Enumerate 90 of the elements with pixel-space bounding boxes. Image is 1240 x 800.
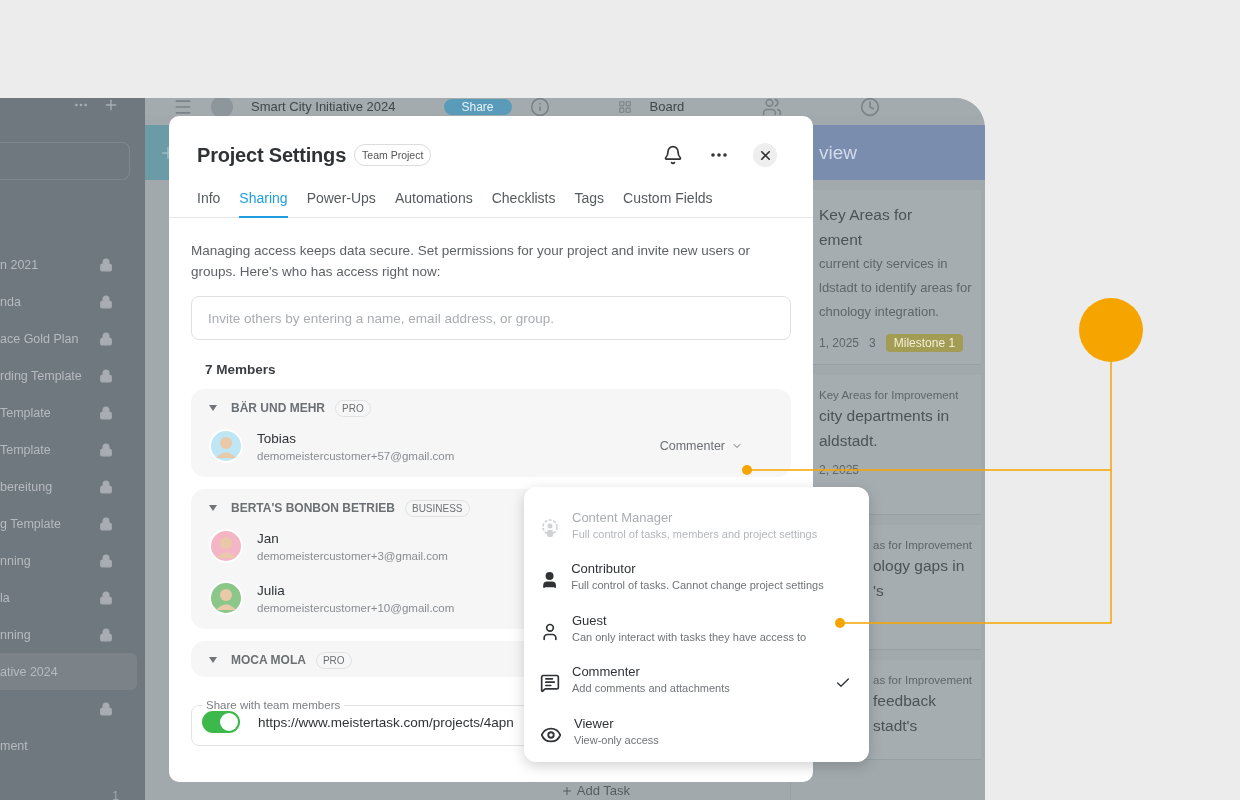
collapse-triangle-icon[interactable] [209,405,217,411]
card-title: aldstadt. [819,431,879,451]
card-title: Key Areas for [819,205,914,225]
tab[interactable]: Info [197,190,221,218]
card-category: Key Areas for Improvement [819,389,960,401]
add-icon [560,784,573,797]
intro-text: Managing access keeps data secure. Set permissions for your project and invite new users or groups. Here's who has access right now: [191,242,752,281]
project-name: ative 2024 [0,664,58,679]
card-title: feedback [873,691,937,711]
sidebar-item[interactable]: n 2021 [0,246,137,283]
project-name: ment [0,738,28,753]
member-name: Tobias [257,430,298,446]
tab[interactable]: Sharing [239,190,288,218]
project-name: nning [0,553,31,568]
card-title: ement [819,230,864,250]
share-button[interactable]: Share [443,98,512,115]
sidebar-item[interactable]: Template [0,431,137,468]
group-name: BERTA'S BONBON BETRIEB [231,501,395,515]
subtask-count: 3 [869,336,876,350]
project-name: la [0,590,10,605]
sidebar-item[interactable]: la [0,579,137,616]
project-name: nda [0,294,21,309]
sidebar-item[interactable]: nning [0,542,137,579]
invite-field[interactable]: Invite others by entering a name, email address, or group. [191,296,791,340]
bell-icon [663,145,683,165]
person-outline-icon [540,621,560,642]
view-selector[interactable]: Board [649,99,685,114]
avatar [209,529,243,563]
project-name: Template [0,442,51,457]
tab[interactable]: Power-Ups [306,190,376,218]
card-category: as for Improvement [873,539,974,551]
sidebar-item[interactable]: ment [0,727,137,764]
avatar [209,429,243,463]
info-icon[interactable] [529,98,550,117]
card-category: as for Improvement [873,674,974,686]
project-name: bereitung [0,479,53,494]
close-button[interactable] [753,143,777,167]
member-email: demomeistercustomer+57@gmail.com [257,449,455,462]
tab[interactable]: Tags [574,190,605,218]
share-url: https://www.meistertask.com/projects/4apn [258,714,514,730]
sidebar-item[interactable]: rding Template [0,357,137,394]
sidebar-item[interactable]: ace Gold Plan [0,320,137,357]
member-email: demomeistercustomer+10@gmail.com [257,601,455,614]
more-icon [711,153,727,157]
sidebar-item[interactable]: g Template [0,505,137,542]
dialog-title: Project Settings [197,143,347,167]
tab[interactable]: Checklists [491,190,556,218]
group-name: BÄR UND MEHR [231,401,325,415]
board-icon [617,99,632,114]
card-description: chnology integration. [819,303,940,321]
toggle-switch[interactable] [202,711,240,733]
menu-icon[interactable] [173,98,193,117]
group-name: MOCA MOLA [231,653,306,667]
role-dropdown[interactable]: Commenter [659,439,743,453]
members-count: 7 Members [205,362,277,377]
tab[interactable]: Automations [394,190,473,218]
people-icon[interactable] [762,98,783,117]
card-description: ldstadt to identify areas for [819,279,973,297]
member-email: demomeistercustomer+3@gmail.com [257,549,448,562]
project-avatar [211,98,233,118]
card-title: stadt's [873,716,919,736]
comment-icon [540,673,560,694]
sidebar-item[interactable]: bereitung [0,468,137,505]
sidebar-item[interactable]: nda [0,283,137,320]
card-description: current city services in [819,255,949,273]
add-task-button[interactable]: Add Task [560,783,630,798]
project-name: rding Template [0,368,82,383]
card-title: city departments in [819,406,951,426]
project-name: ace Gold Plan [0,331,79,346]
collapse-triangle-icon[interactable] [209,505,217,511]
sidebar-item[interactable]: ative 2024 [0,653,137,690]
avatar [209,581,243,615]
sidebar-item[interactable]: Template [0,394,137,431]
card-title: 's [873,581,885,601]
gear-person-icon [540,518,560,539]
due-date: 1, 2025 [819,336,860,350]
project-name: n 2021 [0,257,39,272]
project-name: nning [0,627,31,642]
collapse-triangle-icon[interactable] [209,657,217,663]
project-title: Smart City Initiative 2024 [251,99,396,114]
project-name: g Template [0,516,61,531]
column-title: view [819,141,857,164]
project-name: Template [0,405,51,420]
field-label: Share with team members [205,699,342,711]
milestone-tag: Milestone 1 [885,334,964,352]
member-name: Julia [257,582,286,598]
sidebar-item[interactable]: nning [0,616,137,653]
tab[interactable]: Custom Fields [623,190,713,218]
member-name: Jan [257,530,280,546]
card-title: ology gaps in [873,556,966,576]
